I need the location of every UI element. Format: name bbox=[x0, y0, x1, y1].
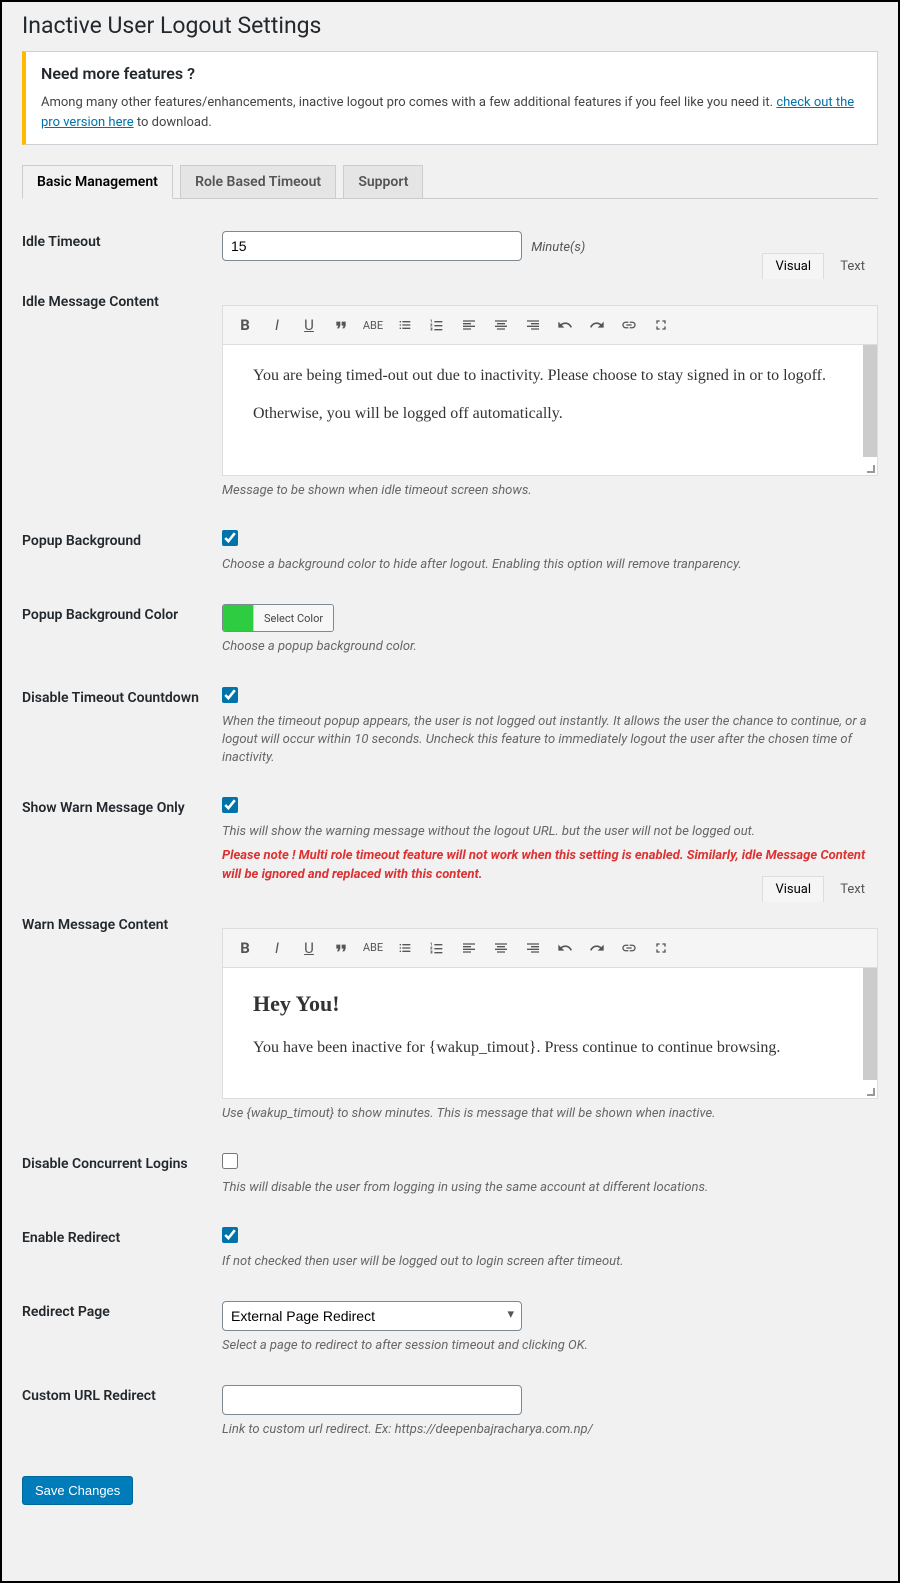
popup-bg-desc: Choose a background color to hide after … bbox=[222, 556, 878, 574]
disable-concurrent-desc: This will disable the user from logging … bbox=[222, 1179, 878, 1197]
numbered-list-icon[interactable] bbox=[423, 935, 451, 961]
link-icon[interactable] bbox=[615, 935, 643, 961]
align-center-icon[interactable] bbox=[487, 312, 515, 338]
strikethrough-icon[interactable]: ABE bbox=[359, 935, 387, 961]
popup-bg-color-label: Popup Background Color bbox=[22, 592, 222, 674]
warn-message-label: Warn Message Content bbox=[22, 902, 222, 1141]
show-warn-desc: This will show the warning message witho… bbox=[222, 823, 878, 841]
bullet-list-icon[interactable] bbox=[391, 935, 419, 961]
redo-icon[interactable] bbox=[583, 312, 611, 338]
scrollbar[interactable] bbox=[863, 345, 877, 457]
editor-tab-text[interactable]: Text bbox=[827, 253, 878, 279]
select-color-button[interactable]: Select Color bbox=[253, 605, 333, 631]
color-picker[interactable]: Select Color bbox=[222, 604, 334, 632]
scrollbar[interactable] bbox=[863, 968, 877, 1080]
warn-message-editor: B I U ABE Hey You! bbox=[222, 928, 878, 1099]
editor-tabs-idle: Visual Text bbox=[762, 253, 878, 279]
bold-icon[interactable]: B bbox=[231, 312, 259, 338]
underline-icon[interactable]: U bbox=[295, 312, 323, 338]
editor-tab-visual[interactable]: Visual bbox=[762, 876, 824, 902]
redirect-page-desc: Select a page to redirect to after sessi… bbox=[222, 1337, 878, 1355]
underline-icon[interactable]: U bbox=[295, 935, 323, 961]
idle-timeout-input[interactable] bbox=[222, 231, 522, 261]
color-swatch bbox=[223, 605, 253, 631]
custom-url-label: Custom URL Redirect bbox=[22, 1373, 222, 1457]
popup-bg-color-desc: Choose a popup background color. bbox=[222, 638, 878, 656]
numbered-list-icon[interactable] bbox=[423, 312, 451, 338]
idle-timeout-unit: Minute(s) bbox=[531, 240, 585, 255]
disable-countdown-label: Disable Timeout Countdown bbox=[22, 675, 222, 786]
quote-icon[interactable] bbox=[327, 312, 355, 338]
tab-support[interactable]: Support bbox=[343, 165, 423, 199]
tab-basic-management[interactable]: Basic Management bbox=[22, 165, 173, 199]
nav-tabs: Basic Management Role Based Timeout Supp… bbox=[22, 165, 878, 199]
editor-tab-visual[interactable]: Visual bbox=[762, 253, 824, 279]
link-icon[interactable] bbox=[615, 312, 643, 338]
redo-icon[interactable] bbox=[583, 935, 611, 961]
italic-icon[interactable]: I bbox=[263, 312, 291, 338]
align-right-icon[interactable] bbox=[519, 935, 547, 961]
editor-toolbar: B I U ABE bbox=[223, 929, 877, 968]
disable-concurrent-label: Disable Concurrent Logins bbox=[22, 1141, 222, 1215]
idle-message-content[interactable]: You are being timed-out out due to inact… bbox=[223, 345, 877, 475]
idle-message-desc: Message to be shown when idle timeout sc… bbox=[222, 482, 878, 500]
idle-message-label: Idle Message Content bbox=[22, 279, 222, 518]
tab-role-based-timeout[interactable]: Role Based Timeout bbox=[180, 165, 336, 199]
align-left-icon[interactable] bbox=[455, 935, 483, 961]
resize-handle[interactable] bbox=[863, 461, 875, 473]
show-warn-checkbox[interactable] bbox=[222, 797, 238, 813]
notice-heading: Need more features ? bbox=[41, 64, 862, 83]
bold-icon[interactable]: B bbox=[231, 935, 259, 961]
fullscreen-icon[interactable] bbox=[647, 935, 675, 961]
fullscreen-icon[interactable] bbox=[647, 312, 675, 338]
quote-icon[interactable] bbox=[327, 935, 355, 961]
save-changes-button[interactable]: Save Changes bbox=[22, 1476, 133, 1505]
undo-icon[interactable] bbox=[551, 935, 579, 961]
warn-message-desc: Use {wakup_timout} to show minutes. This… bbox=[222, 1105, 878, 1123]
idle-timeout-label: Idle Timeout bbox=[22, 219, 222, 279]
pro-notice: Need more features ? Among many other fe… bbox=[22, 51, 878, 145]
editor-toolbar: B I U ABE bbox=[223, 306, 877, 345]
show-warn-label: Show Warn Message Only bbox=[22, 785, 222, 902]
editor-tabs-warn: Visual Text bbox=[762, 876, 878, 902]
align-right-icon[interactable] bbox=[519, 312, 547, 338]
undo-icon[interactable] bbox=[551, 312, 579, 338]
bullet-list-icon[interactable] bbox=[391, 312, 419, 338]
align-center-icon[interactable] bbox=[487, 935, 515, 961]
strikethrough-icon[interactable]: ABE bbox=[359, 312, 387, 338]
disable-countdown-desc: When the timeout popup appears, the user… bbox=[222, 713, 878, 768]
popup-bg-label: Popup Background bbox=[22, 518, 222, 592]
redirect-page-label: Redirect Page bbox=[22, 1289, 222, 1373]
redirect-page-select[interactable]: External Page Redirect bbox=[222, 1301, 522, 1331]
align-left-icon[interactable] bbox=[455, 312, 483, 338]
custom-url-desc: Link to custom url redirect. Ex: https:/… bbox=[222, 1421, 878, 1439]
enable-redirect-desc: If not checked then user will be logged … bbox=[222, 1253, 878, 1271]
editor-tab-text[interactable]: Text bbox=[827, 876, 878, 902]
idle-message-editor: B I U ABE You are bei bbox=[222, 305, 878, 476]
page-title: Inactive User Logout Settings bbox=[22, 12, 878, 39]
italic-icon[interactable]: I bbox=[263, 935, 291, 961]
notice-text: Among many other features/enhancements, … bbox=[41, 93, 862, 132]
enable-redirect-checkbox[interactable] bbox=[222, 1227, 238, 1243]
warn-message-content[interactable]: Hey You! You have been inactive for {wak… bbox=[223, 968, 877, 1098]
custom-url-input[interactable] bbox=[222, 1385, 522, 1415]
resize-handle[interactable] bbox=[863, 1084, 875, 1096]
popup-bg-checkbox[interactable] bbox=[222, 530, 238, 546]
enable-redirect-label: Enable Redirect bbox=[22, 1215, 222, 1289]
disable-concurrent-checkbox[interactable] bbox=[222, 1153, 238, 1169]
disable-countdown-checkbox[interactable] bbox=[222, 687, 238, 703]
